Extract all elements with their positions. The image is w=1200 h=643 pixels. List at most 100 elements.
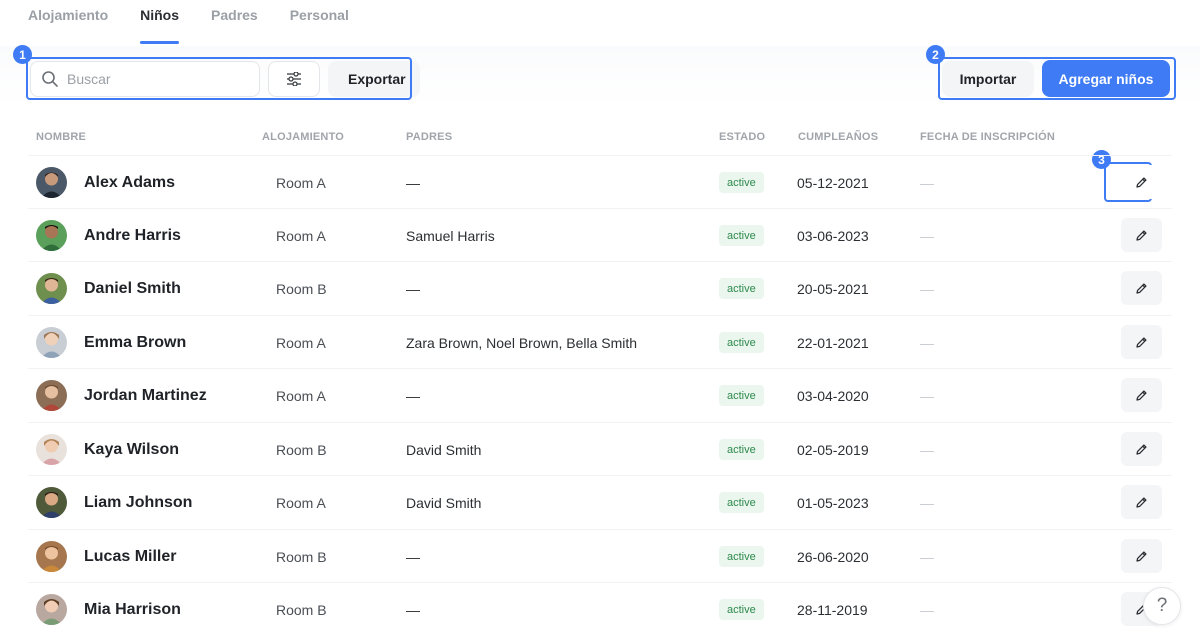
edit-button[interactable]	[1121, 485, 1162, 519]
table-row[interactable]: Daniel Smith Room B — active 20-05-2021 …	[28, 261, 1172, 314]
child-enrollment-date: —	[920, 227, 934, 244]
status-badge: active	[719, 332, 764, 353]
child-name[interactable]: Lucas Miller	[84, 530, 176, 583]
avatar	[36, 380, 67, 411]
child-enrollment-date: —	[920, 601, 934, 618]
pencil-icon	[1136, 282, 1147, 294]
child-room: Room A	[276, 387, 326, 404]
column-header-birthday[interactable]: CUMPLEAÑOS	[798, 131, 878, 143]
avatar	[36, 167, 67, 198]
avatar	[36, 434, 67, 465]
pencil-icon	[1136, 550, 1147, 562]
child-name[interactable]: Liam Johnson	[84, 476, 192, 529]
child-parents: —	[406, 280, 420, 297]
child-name[interactable]: Andre Harris	[84, 209, 181, 262]
child-enrollment-date: —	[920, 334, 934, 351]
child-room: Room A	[276, 174, 326, 191]
child-room: Room B	[276, 548, 327, 565]
table-row[interactable]: Liam Johnson Room A David Smith active 0…	[28, 475, 1172, 528]
child-parents: Zara Brown, Noel Brown, Bella Smith	[406, 334, 638, 351]
avatar	[36, 327, 67, 358]
column-header-enrollment[interactable]: FECHA DE INSCRIPCIÓN	[920, 131, 1055, 143]
status-badge: active	[719, 172, 764, 193]
column-header-room[interactable]: ALOJAMIENTO	[262, 131, 344, 143]
child-enrollment-date: —	[920, 494, 934, 511]
child-parents: —	[406, 548, 420, 565]
export-button[interactable]: Exportar	[328, 61, 420, 97]
pencil-icon	[1136, 496, 1147, 508]
column-header-status[interactable]: ESTADO	[719, 131, 765, 143]
pencil-icon	[1136, 443, 1147, 455]
column-header-parents[interactable]: PADRES	[406, 131, 452, 143]
pencil-icon	[1136, 229, 1147, 241]
child-enrollment-date: —	[920, 387, 934, 404]
child-room: Room B	[276, 601, 327, 618]
table-row[interactable]: Jordan Martinez Room A — active 03-04-20…	[28, 368, 1172, 421]
column-header-name[interactable]: NOMBRE	[36, 131, 86, 143]
child-birthday: 05-12-2021	[797, 174, 869, 191]
child-room: Room B	[276, 280, 327, 297]
table-row[interactable]: Andre Harris Room A Samuel Harris active…	[28, 208, 1172, 261]
status-badge: active	[719, 599, 764, 620]
child-name[interactable]: Kaya Wilson	[84, 423, 179, 476]
tab-bar: Alojamiento Niños Padres Personal	[28, 0, 349, 46]
child-parents: David Smith	[406, 494, 482, 511]
child-enrollment-date: —	[920, 441, 934, 458]
avatar	[36, 273, 67, 304]
tab-padres[interactable]: Padres	[211, 0, 258, 46]
status-badge: active	[719, 385, 764, 406]
table-row[interactable]: Lucas Miller Room B — active 26-06-2020 …	[28, 529, 1172, 582]
annotation-marker-1: 1	[13, 45, 32, 64]
table-row[interactable]: Kaya Wilson Room B David Smith active 02…	[28, 422, 1172, 475]
tab-personal[interactable]: Personal	[290, 0, 349, 46]
status-badge: active	[719, 278, 764, 299]
child-birthday: 01-05-2023	[797, 494, 869, 511]
edit-button[interactable]	[1121, 378, 1162, 412]
child-room: Room A	[276, 334, 326, 351]
search-box[interactable]	[30, 61, 260, 97]
table-row[interactable]: Emma Brown Room A Zara Brown, Noel Brown…	[28, 315, 1172, 368]
tab-ninos[interactable]: Niños	[140, 0, 179, 46]
edit-button[interactable]	[1121, 218, 1162, 252]
status-badge: active	[719, 492, 764, 513]
edit-button[interactable]	[1121, 325, 1162, 359]
search-icon	[42, 71, 58, 87]
edit-button[interactable]	[1121, 271, 1162, 305]
pencil-icon	[1136, 389, 1147, 401]
child-name[interactable]: Daniel Smith	[84, 262, 181, 315]
edit-button[interactable]	[1121, 539, 1162, 573]
child-parents: David Smith	[406, 441, 482, 458]
edit-button[interactable]	[1121, 432, 1162, 466]
child-parents: Samuel Harris	[406, 227, 495, 244]
table-row[interactable]: Alex Adams Room A — active 05-12-2021 —	[28, 155, 1172, 208]
filter-sliders-icon	[287, 72, 301, 86]
search-input[interactable]	[67, 71, 237, 87]
avatar	[36, 594, 67, 625]
child-room: Room A	[276, 227, 326, 244]
avatar	[36, 220, 67, 251]
annotation-marker-2: 2	[926, 45, 945, 64]
import-button[interactable]: Importar	[942, 61, 1034, 97]
child-parents: —	[406, 387, 420, 404]
child-birthday: 03-04-2020	[797, 387, 869, 404]
edit-button[interactable]	[1121, 165, 1162, 199]
child-name[interactable]: Mia Harrison	[84, 583, 181, 636]
child-name[interactable]: Emma Brown	[84, 316, 186, 369]
filter-button[interactable]	[268, 61, 320, 97]
child-name[interactable]: Jordan Martinez	[84, 369, 207, 422]
status-badge: active	[719, 546, 764, 567]
child-parents: —	[406, 174, 420, 191]
tab-alojamiento[interactable]: Alojamiento	[28, 0, 108, 46]
pencil-icon	[1136, 176, 1147, 188]
child-room: Room A	[276, 494, 326, 511]
child-name[interactable]: Alex Adams	[84, 156, 175, 209]
child-room: Room B	[276, 441, 327, 458]
add-children-button[interactable]: Agregar niños	[1042, 60, 1170, 97]
help-button[interactable]: ?	[1143, 587, 1181, 625]
status-badge: active	[719, 439, 764, 460]
child-birthday: 22-01-2021	[797, 334, 869, 351]
child-birthday: 02-05-2019	[797, 441, 869, 458]
table-row[interactable]: Mia Harrison Room B — active 28-11-2019 …	[28, 582, 1172, 635]
child-birthday: 28-11-2019	[797, 601, 868, 618]
child-enrollment-date: —	[920, 548, 934, 565]
